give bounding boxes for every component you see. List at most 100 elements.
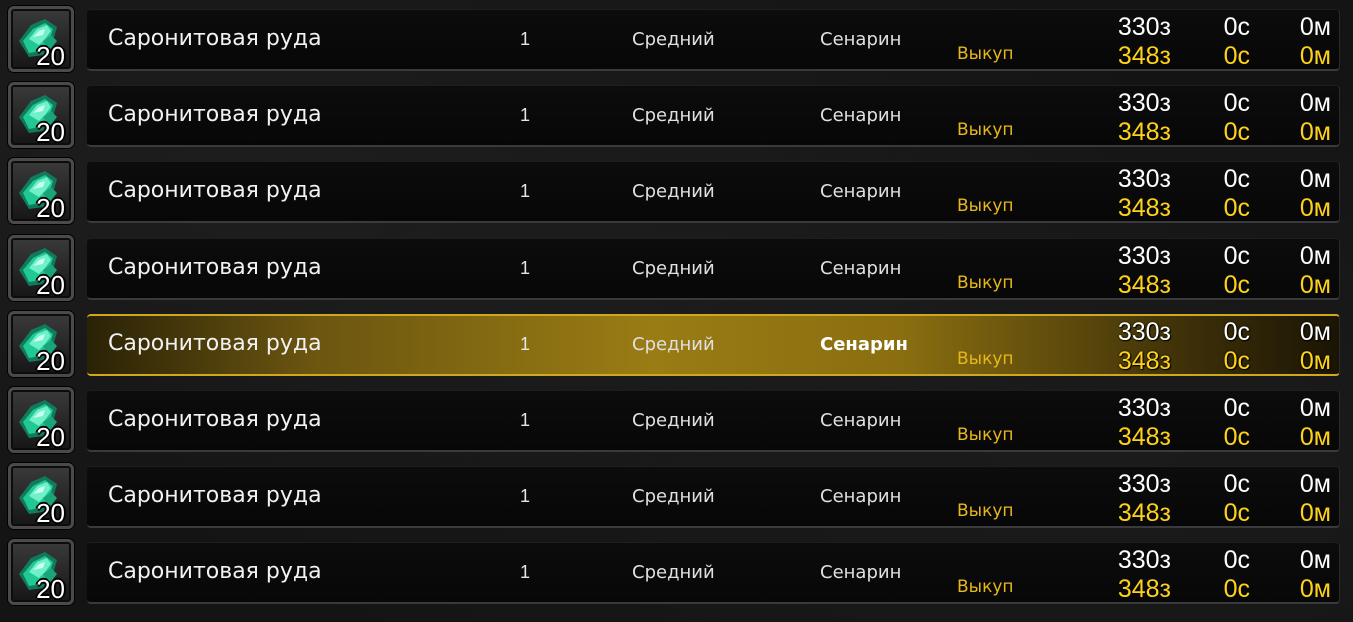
buyout-copper: 0м <box>1299 499 1331 528</box>
buyout-silver: 0с <box>1223 499 1250 528</box>
buyout-silver: 0с <box>1223 194 1250 223</box>
auction-row[interactable]: 20 Саронитовая руда 1 Средний Сенарин Вы… <box>0 80 1353 152</box>
bid-gold: 330з <box>1117 394 1171 422</box>
saronite-ore-icon[interactable]: 20 <box>8 463 74 530</box>
bid-copper: 0м <box>1299 241 1331 270</box>
saronite-ore-icon[interactable]: 20 <box>8 387 74 453</box>
stack-count: 20 <box>36 345 65 376</box>
buyout-label: Выкуп <box>957 272 1014 293</box>
item-name: Саронитовая руда <box>108 102 322 128</box>
buyout-label: Выкуп <box>957 577 1014 598</box>
quantity: 1 <box>520 562 531 583</box>
stack-count: 20 <box>36 41 65 71</box>
seller-name: Сенарин <box>820 333 908 355</box>
time-left: Средний <box>632 333 715 355</box>
auction-row[interactable]: 20 Саронитовая руда 1 Средний Сенарин Вы… <box>0 4 1353 76</box>
buyout-gold: 348з <box>1117 118 1171 147</box>
stack-count: 20 <box>36 117 65 148</box>
buyout-gold: 348з <box>1117 346 1171 375</box>
buyout-label: Выкуп <box>957 501 1014 522</box>
saronite-ore-icon[interactable]: 20 <box>8 539 74 606</box>
seller-name: Сенарин <box>820 181 902 203</box>
seller-name: Сенарин <box>820 562 902 584</box>
buyout-silver: 0с <box>1223 423 1250 451</box>
quantity: 1 <box>520 181 531 202</box>
buyout-label: Выкуп <box>957 425 1014 445</box>
bid-silver: 0с <box>1223 89 1250 118</box>
time-left: Средний <box>632 257 715 279</box>
buyout-label: Выкуп <box>957 348 1014 369</box>
bid-copper: 0м <box>1299 546 1331 575</box>
time-left: Средний <box>632 562 715 584</box>
bid-copper: 0м <box>1299 394 1331 422</box>
buyout-gold: 348з <box>1117 575 1171 604</box>
seller-name: Сенарин <box>820 105 902 127</box>
buyout-label: Выкуп <box>957 196 1014 217</box>
buyout-copper: 0м <box>1299 118 1331 147</box>
bid-gold: 330з <box>1117 546 1171 575</box>
stack-count: 20 <box>36 498 65 529</box>
bid-silver: 0с <box>1223 317 1250 346</box>
quantity: 1 <box>520 410 531 430</box>
buyout-copper: 0м <box>1299 346 1331 375</box>
auction-row[interactable]: 20 Саронитовая руда 1 Средний Сенарин Вы… <box>0 385 1353 457</box>
quantity: 1 <box>520 486 531 507</box>
bid-silver: 0с <box>1223 394 1250 422</box>
bid-copper: 0м <box>1299 317 1331 346</box>
bid-silver: 0с <box>1223 165 1250 194</box>
bid-silver: 0с <box>1223 546 1250 575</box>
item-name: Саронитовая руда <box>108 407 322 432</box>
buyout-copper: 0м <box>1299 270 1331 299</box>
buyout-gold: 348з <box>1117 423 1171 451</box>
auction-row[interactable]: 20 Саронитовая руда 1 Средний Сенарин Вы… <box>0 233 1353 305</box>
auction-row[interactable]: 20 Саронитовая руда 1 Средний Сенарин Вы… <box>0 309 1353 381</box>
saronite-ore-icon[interactable]: 20 <box>8 158 74 225</box>
bid-gold: 330з <box>1117 317 1171 346</box>
seller-name: Сенарин <box>820 257 902 279</box>
time-left: Средний <box>632 105 715 127</box>
buyout-gold: 348з <box>1117 42 1171 70</box>
buyout-gold: 348з <box>1117 270 1171 299</box>
stack-count: 20 <box>36 574 65 605</box>
buyout-silver: 0с <box>1223 346 1250 375</box>
auction-row[interactable]: 20 Саронитовая руда 1 Средний Сенарин Вы… <box>0 537 1353 609</box>
time-left: Средний <box>632 410 715 431</box>
quantity: 1 <box>520 257 531 278</box>
buyout-copper: 0м <box>1299 423 1331 451</box>
bid-copper: 0м <box>1299 165 1331 194</box>
stack-count: 20 <box>36 422 65 452</box>
saronite-ore-icon[interactable]: 20 <box>8 82 74 149</box>
bid-gold: 330з <box>1117 89 1171 118</box>
seller-name: Сенарин <box>820 29 902 50</box>
bid-silver: 0с <box>1223 241 1250 270</box>
seller-name: Сенарин <box>820 486 902 508</box>
bid-copper: 0м <box>1299 470 1331 499</box>
bid-gold: 330з <box>1117 165 1171 194</box>
saronite-ore-icon[interactable]: 20 <box>8 6 74 72</box>
buyout-gold: 348з <box>1117 194 1171 223</box>
buyout-label: Выкуп <box>957 44 1014 64</box>
buyout-copper: 0м <box>1299 194 1331 223</box>
seller-name: Сенарин <box>820 410 902 431</box>
buyout-copper: 0м <box>1299 42 1331 70</box>
bid-gold: 330з <box>1117 13 1171 41</box>
buyout-silver: 0с <box>1223 118 1250 147</box>
quantity: 1 <box>520 105 531 126</box>
saronite-ore-icon[interactable]: 20 <box>8 310 74 377</box>
bid-silver: 0с <box>1223 13 1250 41</box>
buyout-label: Выкуп <box>957 120 1014 141</box>
stack-count: 20 <box>36 193 65 224</box>
item-name: Саронитовая руда <box>108 330 322 356</box>
bid-silver: 0с <box>1223 470 1250 499</box>
bid-gold: 330з <box>1117 470 1171 499</box>
item-name: Саронитовая руда <box>108 178 322 204</box>
item-name: Саронитовая руда <box>108 483 322 509</box>
stack-count: 20 <box>36 269 65 300</box>
saronite-ore-icon[interactable]: 20 <box>8 234 74 301</box>
item-name: Саронитовая руда <box>108 26 322 51</box>
item-name: Саронитовая руда <box>108 559 322 585</box>
buyout-silver: 0с <box>1223 42 1250 70</box>
buyout-copper: 0м <box>1299 575 1331 604</box>
auction-row[interactable]: 20 Саронитовая руда 1 Средний Сенарин Вы… <box>0 156 1353 228</box>
auction-row[interactable]: 20 Саронитовая руда 1 Средний Сенарин Вы… <box>0 461 1353 533</box>
